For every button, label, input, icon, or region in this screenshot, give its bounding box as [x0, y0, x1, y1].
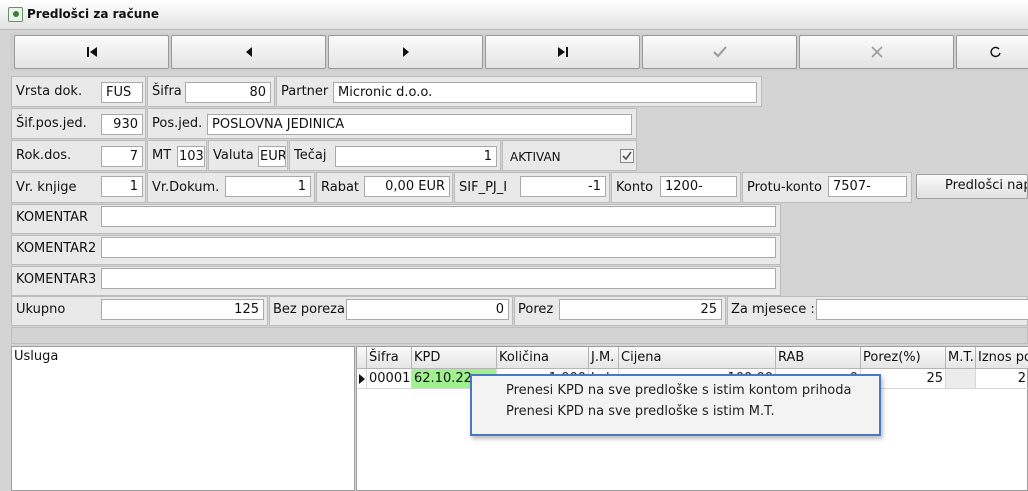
sif-pj-i-input[interactable]: -1 [520, 176, 606, 197]
komentar2-label: KOMENTAR2 [16, 241, 97, 256]
tecaj-label: Tečaj [294, 148, 327, 163]
last-icon [557, 47, 568, 57]
bez-poreza-label: Bez poreza [273, 302, 345, 317]
tecaj-input[interactable]: 1 [335, 146, 497, 167]
vr-knjige-input[interactable]: 1 [101, 176, 143, 197]
window-title: Predlošci za račune [27, 7, 159, 21]
porez-input[interactable]: 25 [559, 299, 722, 320]
confirm-button[interactable] [642, 35, 797, 69]
column-header-iznos[interactable]: Iznos po [976, 347, 1028, 369]
column-header-cijena[interactable]: Cijena [619, 347, 776, 369]
first-icon [86, 47, 97, 57]
komentar-label: KOMENTAR [16, 210, 89, 225]
column-header-mt[interactable]: M.T. [946, 347, 976, 369]
vrsta-dok-input[interactable]: FUS [101, 82, 143, 103]
column-header-kpd[interactable]: KPD [412, 347, 497, 369]
next-record-button[interactable] [328, 35, 483, 69]
context-menu-item-konto[interactable]: Prenesi KPD na sve predloške s istim kon… [506, 383, 851, 398]
pos-jed-label: Pos.jed. [152, 116, 203, 131]
column-header-sifra[interactable]: Šifra [367, 347, 412, 369]
rok-dos-label: Rok.dos. [16, 148, 72, 163]
sifra-input[interactable]: 80 [185, 82, 271, 103]
context-menu-item-mt[interactable]: Prenesi KPD na sve predloške s istim M.T… [506, 404, 775, 419]
prev-icon [245, 47, 252, 57]
konto-input[interactable]: 1200- [660, 176, 737, 197]
rabat-input[interactable]: 0,00 EUR [364, 176, 450, 197]
context-menu: Prenesi KPD na sve predloške s istim kon… [470, 374, 881, 436]
column-header-porez[interactable]: Porez(%) [861, 347, 946, 369]
first-record-button[interactable] [14, 35, 169, 69]
aktivan-checkbox[interactable] [620, 149, 634, 163]
vr-dokum-input[interactable]: 1 [225, 176, 311, 197]
refresh-icon [990, 46, 1001, 58]
usluga-header: Usluga [14, 349, 59, 364]
column-header-jm[interactable]: J.M. [589, 347, 619, 369]
partner-label: Partner [281, 84, 329, 99]
app-icon [8, 7, 23, 22]
check-icon [712, 46, 727, 58]
sif-pos-jed-input[interactable]: 930 [101, 114, 143, 135]
sifra-label: Šifra [152, 84, 182, 99]
cell-mt[interactable] [946, 369, 976, 389]
sif-pos-jed-label: Šif.pos.jed. [16, 116, 87, 131]
refresh-button[interactable] [956, 35, 1028, 69]
sif-pj-i-label: SIF_PJ_I [459, 180, 508, 195]
predlosci-napomena-button[interactable]: Predlošci napomena [916, 174, 1028, 199]
protu-konto-label: Protu-konto [747, 180, 822, 195]
za-mjesece-label: Za mjesece : [731, 302, 815, 317]
checkmark-icon [622, 151, 632, 161]
usluga-list[interactable] [11, 346, 355, 491]
cancel-button[interactable] [799, 35, 954, 69]
splitter-bar[interactable] [11, 327, 1028, 344]
valuta-input[interactable]: EUR [258, 146, 286, 167]
komentar3-label: KOMENTAR3 [16, 272, 97, 287]
prev-record-button[interactable] [171, 35, 326, 69]
valuta-label: Valuta [213, 148, 254, 163]
protu-konto-input[interactable]: 7507- [828, 176, 907, 197]
next-icon [402, 47, 409, 57]
komentar2-input[interactable] [101, 237, 776, 258]
mt-input[interactable]: 103 [177, 146, 205, 167]
row-indicator [357, 369, 367, 389]
rok-dos-input[interactable]: 7 [101, 146, 143, 167]
konto-label: Konto [616, 180, 654, 195]
pos-jed-input[interactable]: POSLOVNA JEDINICA [207, 114, 632, 135]
ukupno-input[interactable]: 125 [101, 299, 264, 320]
vrsta-dok-label: Vrsta dok. [16, 84, 83, 99]
vr-dokum-label: Vr.Dokum. [152, 180, 220, 195]
mt-label: MT [152, 148, 172, 163]
aktivan-label: AKTIVAN [510, 150, 561, 164]
bez-poreza-input[interactable]: 0 [346, 299, 509, 320]
komentar-input[interactable] [101, 206, 776, 227]
cell-sifra[interactable]: 00001 [367, 369, 412, 389]
rabat-label: Rabat [321, 180, 360, 195]
column-header-rab[interactable]: RAB [776, 347, 861, 369]
vr-knjige-label: Vr. knjige [16, 180, 77, 195]
komentar3-input[interactable] [101, 268, 776, 289]
ukupno-label: Ukupno [16, 302, 66, 317]
last-record-button[interactable] [485, 35, 640, 69]
column-header-kolicina[interactable]: Količina [497, 347, 589, 369]
x-icon [870, 46, 883, 58]
row-indicator-header [357, 347, 367, 369]
partner-input[interactable]: Micronic d.o.o. [333, 82, 757, 103]
za-mjesece-input[interactable] [816, 299, 1028, 320]
porez-label: Porez [518, 302, 554, 317]
row-pointer-icon [359, 374, 365, 384]
cell-iznos[interactable]: 2 [976, 369, 1028, 389]
